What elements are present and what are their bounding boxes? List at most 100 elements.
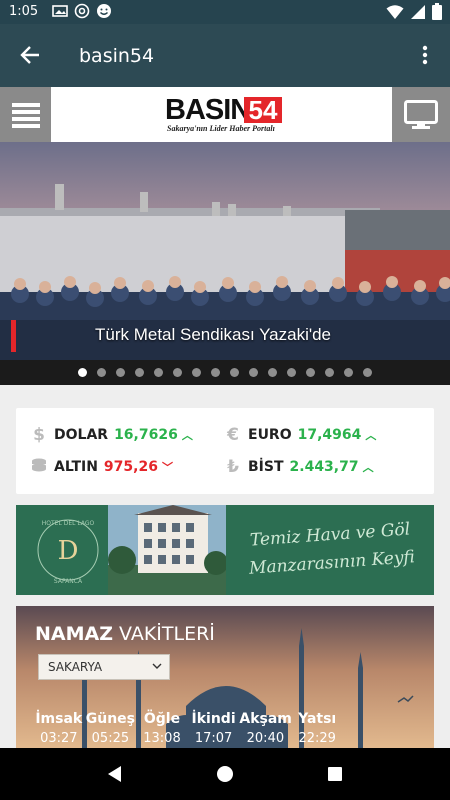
- prayer-time: 22:29: [298, 731, 336, 746]
- wifi-icon: [386, 4, 404, 19]
- prayer-time-aksam: Akşam 20:40: [239, 711, 292, 746]
- prayer-time: 05:25: [91, 731, 130, 746]
- slider-dot[interactable]: [116, 368, 125, 377]
- slider-dot[interactable]: [230, 368, 239, 377]
- slider-dot[interactable]: [78, 368, 87, 377]
- hotel-ad-banner[interactable]: D HOTEL DEL LAGO SAPANCA Temiz Hava ve G…: [16, 505, 434, 595]
- status-bar: 1:05: [0, 0, 450, 24]
- market-value: 17,4964: [297, 427, 362, 443]
- hotel-logo-letter: D: [58, 536, 79, 566]
- slide-caption-text[interactable]: Türk Metal Sendikası Yazaki'de: [95, 325, 331, 345]
- at-sign-notification-icon: [74, 3, 90, 19]
- prayer-times-row: İmsak 03:27 Güneş 05:25 Öğle 13:08 İkindi 17…: [33, 711, 343, 746]
- market-label: EURO: [248, 427, 292, 443]
- lira-icon: ₺: [227, 457, 239, 477]
- app-bar: basin54: [0, 24, 450, 87]
- market-label: BİST: [248, 459, 284, 475]
- hamburger-icon: [11, 102, 40, 128]
- prayer-time-ikindi: İkindi 17:07: [188, 711, 240, 746]
- prayer-time-yatsi: Yatsı 22:29: [291, 711, 343, 746]
- logo-tagline: Sakarya'nın Lider Haber Portalı: [167, 124, 275, 133]
- overflow-menu-button[interactable]: [410, 37, 440, 73]
- slider-dot[interactable]: [363, 368, 372, 377]
- gold-icon: [28, 457, 50, 478]
- svg-text:SAPANCA: SAPANCA: [54, 578, 83, 585]
- prayer-time-ogle: Öğle 13:08: [136, 711, 188, 746]
- market-item-bist: ₺ BİST 2.443,77 ︿: [222, 456, 374, 478]
- news-slider[interactable]: Türk Metal Sendikası Yazaki'de: [0, 142, 450, 385]
- slider-dot[interactable]: [173, 368, 182, 377]
- nav-home-button[interactable]: [215, 764, 235, 784]
- prayer-name: Yatsı: [298, 711, 337, 727]
- market-value: 2.443,77: [289, 459, 359, 475]
- market-label: ALTIN: [54, 459, 98, 475]
- arrow-left-icon: [20, 46, 39, 64]
- system-nav-bar: [0, 748, 450, 800]
- slider-dot[interactable]: [154, 368, 163, 377]
- site-logo[interactable]: BASIN 54 Sakarya'nın Lider Haber Portalı: [165, 94, 285, 133]
- slider-dot[interactable]: [249, 368, 258, 377]
- market-item-euro: € EURO 17,4964 ︿: [222, 424, 376, 446]
- dollar-icon: $: [33, 425, 45, 445]
- prayer-name: İmsak: [35, 711, 83, 727]
- slide-caption[interactable]: Türk Metal Sendikası Yazaki'de: [0, 318, 450, 352]
- status-time: 1:05: [9, 4, 39, 19]
- city-select[interactable]: SAKARYA: [38, 654, 170, 680]
- slider-dot[interactable]: [97, 368, 106, 377]
- market-item-altin: ALTIN 975,26 ﹀: [28, 456, 173, 478]
- chevron-up-icon: ︿: [181, 429, 193, 442]
- site-header: BASIN 54 Sakarya'nın Lider Haber Portalı: [0, 87, 450, 142]
- city-select-value: SAKARYA: [48, 660, 103, 674]
- hotel-photo: [108, 505, 226, 595]
- slider-dot[interactable]: [344, 368, 353, 377]
- more-vertical-icon: [422, 45, 428, 65]
- chevron-down-icon: ﹀: [161, 461, 173, 474]
- live-tv-button[interactable]: [392, 87, 450, 142]
- app-title: basin54: [79, 45, 155, 67]
- prayer-title-bold: NAMAZ: [35, 623, 113, 645]
- prayer-name: Akşam: [239, 711, 292, 727]
- prayer-times-card: NAMAZ VAKİTLERİ SAKARYA İmsak 03:27 Güneş…: [16, 606, 434, 748]
- slider-dot[interactable]: [135, 368, 144, 377]
- nav-recents-button[interactable]: [325, 764, 345, 784]
- slider-pagination: [0, 360, 450, 385]
- prayer-name: Öğle: [143, 711, 181, 727]
- chevron-down-icon: [152, 663, 162, 669]
- slider-dot[interactable]: [325, 368, 334, 377]
- chevron-up-icon: ︿: [362, 461, 374, 474]
- slider-dot[interactable]: [211, 368, 220, 377]
- prayer-time: 17:07: [194, 731, 233, 746]
- prayer-time-imsak: İmsak 03:27: [33, 711, 85, 746]
- slider-dot[interactable]: [287, 368, 296, 377]
- slider-dot[interactable]: [268, 368, 277, 377]
- market-value: 975,26: [103, 459, 158, 475]
- market-rates-card: $ DOLAR 16,7626 ︿ € EURO 17,4964 ︿ ALTIN…: [16, 408, 434, 494]
- market-item-dolar: $ DOLAR 16,7626 ︿: [28, 424, 193, 446]
- prayer-time: 20:40: [246, 731, 285, 746]
- market-label: DOLAR: [54, 427, 109, 443]
- nav-back-button[interactable]: [105, 764, 125, 784]
- caption-accent-bar: [11, 320, 16, 352]
- prayer-time: 13:08: [143, 731, 181, 746]
- signal-icon: [411, 4, 425, 19]
- logo-number: 54: [244, 97, 282, 123]
- prayer-time-gunes: Güneş 05:25: [85, 711, 137, 746]
- prayer-title-rest: VAKİTLERİ: [113, 623, 215, 645]
- prayer-name: İkindi: [191, 711, 236, 727]
- battery-icon: [432, 3, 442, 20]
- smiley-notification-icon: [97, 4, 111, 18]
- gallery-notification-icon: [52, 5, 68, 17]
- hamburger-menu-button[interactable]: [0, 87, 51, 142]
- back-button[interactable]: [12, 37, 48, 73]
- hotel-logo: D HOTEL DEL LAGO SAPANCA: [37, 519, 99, 585]
- prayer-title: NAMAZ VAKİTLERİ: [35, 623, 215, 645]
- slider-dot[interactable]: [192, 368, 201, 377]
- slider-dot[interactable]: [306, 368, 315, 377]
- svg-text:HOTEL DEL LAGO: HOTEL DEL LAGO: [42, 520, 95, 527]
- chevron-up-icon: ︿: [365, 429, 377, 442]
- market-value: 16,7626: [114, 427, 178, 443]
- ad-slogan: Temiz Hava ve Göl Manzarasının Keyfi: [234, 514, 427, 583]
- monitor-icon: [404, 99, 438, 129]
- logo-word: BASIN: [165, 94, 251, 126]
- prayer-name: Güneş: [85, 711, 136, 727]
